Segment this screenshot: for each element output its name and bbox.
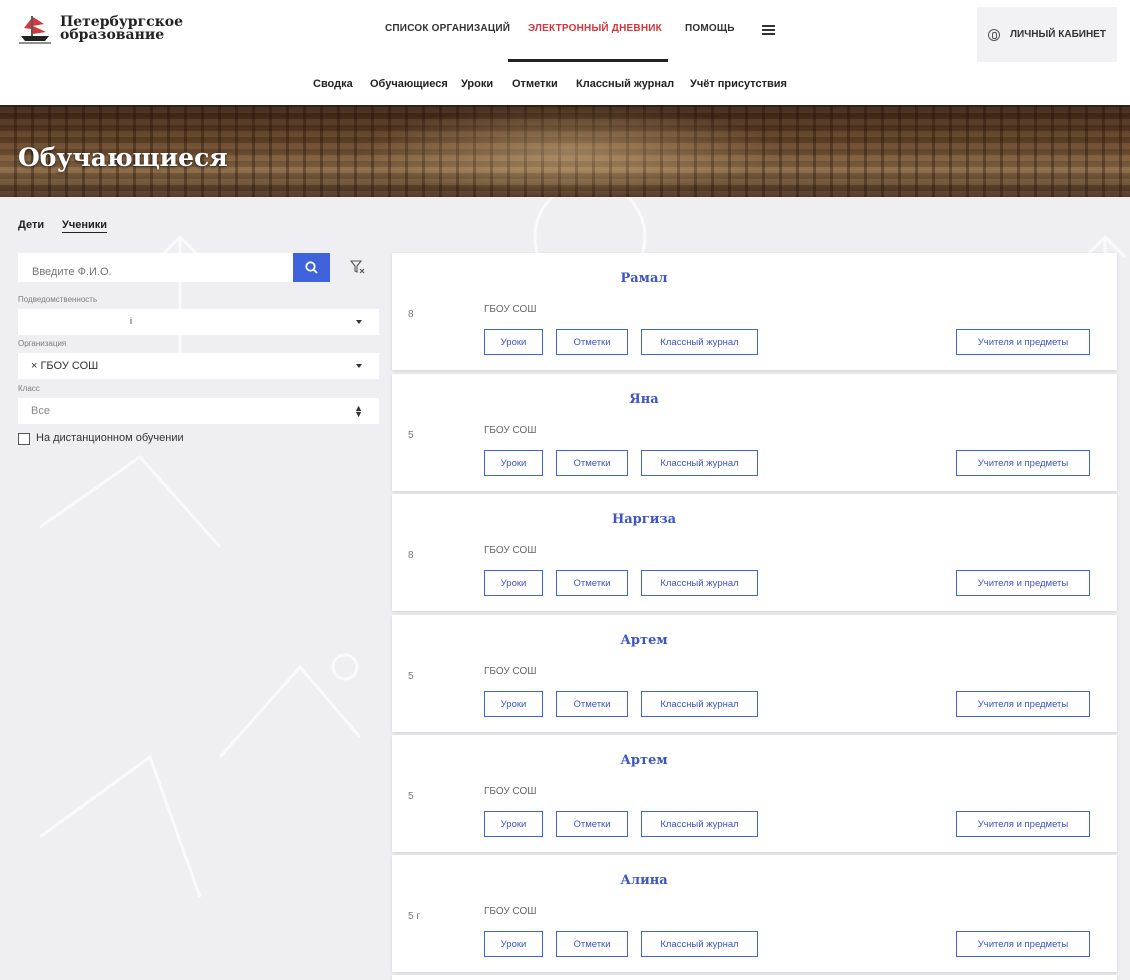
filter-reset-icon[interactable]	[350, 259, 366, 275]
search-button[interactable]	[293, 253, 330, 282]
class-label: Класс	[18, 384, 40, 393]
chevron-down-icon	[356, 320, 362, 324]
personal-cabinet-button[interactable]: Личный кабинет	[977, 7, 1117, 62]
student-card: Артем 5 ГБОУ СОШ Уроки Отметки Классный …	[392, 615, 1117, 732]
chevron-down-icon	[356, 364, 362, 368]
lessons-button[interactable]: Уроки	[484, 570, 543, 596]
subnav-class-journal[interactable]: Классный журнал	[576, 78, 674, 90]
teachers-subjects-button[interactable]: Учителя и предметы	[956, 691, 1090, 717]
subordination-select[interactable]: i	[18, 309, 379, 335]
logo[interactable]: Петербургское образование	[18, 14, 183, 44]
class-journal-button[interactable]: Классный журнал	[641, 931, 758, 957]
distance-learning-label: На дистанционном обучении	[36, 432, 184, 444]
logo-line-2: образование	[60, 27, 165, 43]
student-card: Алина 5 г ГБОУ СОШ Уроки Отметки Классны…	[392, 855, 1117, 972]
student-card: Наргиза 8 ГБОУ СОШ Уроки Отметки Классны…	[392, 494, 1117, 611]
student-name-link[interactable]: Наргиза	[544, 512, 744, 527]
sort-updown-icon: ▲ ▼	[354, 403, 363, 419]
search-input[interactable]	[18, 253, 294, 282]
student-name-link[interactable]: Яна	[544, 392, 744, 407]
subnav-lessons[interactable]: Уроки	[461, 78, 493, 90]
student-org: ГБОУ СОШ	[484, 906, 537, 917]
student-name-link[interactable]: Артем	[544, 633, 744, 648]
class-journal-button[interactable]: Классный журнал	[641, 811, 758, 837]
student-org: ГБОУ СОШ	[484, 425, 537, 436]
student-class: 5	[408, 430, 414, 441]
tab-pupils[interactable]: Ученики	[62, 219, 108, 233]
marks-button[interactable]: Отметки	[556, 691, 628, 717]
class-journal-button[interactable]: Классный журнал	[641, 691, 758, 717]
nav-help[interactable]: Помощь	[685, 23, 735, 34]
student-card: Артем 5 ГБОУ СОШ Уроки Отметки Классный …	[392, 735, 1117, 852]
marks-button[interactable]: Отметки	[556, 811, 628, 837]
distance-learning-checkbox[interactable]	[18, 433, 30, 445]
class-journal-button[interactable]: Классный журнал	[641, 570, 758, 596]
lessons-button[interactable]: Уроки	[484, 811, 543, 837]
ship-logo-icon	[19, 16, 51, 44]
organization-label: Организация	[18, 339, 67, 348]
header: Петербургское образование Список организ…	[0, 0, 1130, 105]
lessons-button[interactable]: Уроки	[484, 691, 543, 717]
lessons-button[interactable]: Уроки	[484, 450, 543, 476]
student-card-partial	[392, 975, 1117, 980]
marks-button[interactable]: Отметки	[556, 329, 628, 355]
organization-value: × ГБОУ СОШ	[31, 360, 99, 372]
logo-text: Петербургское образование	[60, 15, 183, 43]
student-class: 5 г	[408, 911, 420, 922]
teachers-subjects-button[interactable]: Учителя и предметы	[956, 931, 1090, 957]
teachers-subjects-button[interactable]: Учителя и предметы	[956, 450, 1090, 476]
marks-button[interactable]: Отметки	[556, 931, 628, 957]
subnav-attendance[interactable]: Учёт присутствия	[690, 78, 787, 90]
student-org: ГБОУ СОШ	[484, 545, 537, 556]
search-icon	[305, 261, 318, 274]
lessons-button[interactable]: Уроки	[484, 329, 543, 355]
student-org: ГБОУ СОШ	[484, 304, 537, 315]
student-card: Яна 5 ГБОУ СОШ Уроки Отметки Классный жу…	[392, 374, 1117, 491]
student-class: 8	[408, 550, 414, 561]
page-banner: Обучающиеся	[0, 105, 1130, 197]
class-journal-button[interactable]: Классный журнал	[641, 329, 758, 355]
menu-icon[interactable]	[762, 25, 775, 35]
subnav-summary[interactable]: Сводка	[313, 78, 353, 90]
class-journal-button[interactable]: Классный журнал	[641, 450, 758, 476]
subordination-label: Подведомственность	[18, 295, 98, 304]
subnav-students[interactable]: Обучающиеся	[370, 78, 448, 90]
class-select[interactable]: Все ▲ ▼	[18, 398, 379, 424]
class-value: Все	[31, 405, 50, 417]
banner-image	[360, 105, 780, 197]
student-class: 8	[408, 309, 414, 320]
organization-select[interactable]: × ГБОУ СОШ	[18, 353, 379, 379]
student-name-link[interactable]: Рамал	[544, 271, 744, 286]
teachers-subjects-button[interactable]: Учителя и предметы	[956, 570, 1090, 596]
teachers-subjects-button[interactable]: Учителя и предметы	[956, 329, 1090, 355]
marks-button[interactable]: Отметки	[556, 450, 628, 476]
page-title: Обучающиеся	[18, 143, 228, 172]
teachers-subjects-button[interactable]: Учителя и предметы	[956, 811, 1090, 837]
tab-children[interactable]: Дети	[18, 219, 44, 231]
nav-e-diary[interactable]: Электронный дневник	[528, 23, 662, 34]
subnav-marks[interactable]: Отметки	[512, 78, 558, 90]
active-nav-indicator	[508, 59, 668, 62]
student-class: 5	[408, 791, 414, 802]
user-icon	[988, 28, 1001, 41]
marks-button[interactable]: Отметки	[556, 570, 628, 596]
student-org: ГБОУ СОШ	[484, 786, 537, 797]
subordination-value: i	[130, 316, 132, 326]
student-name-link[interactable]: Артем	[544, 753, 744, 768]
lessons-button[interactable]: Уроки	[484, 931, 543, 957]
nav-org-list[interactable]: Список организаций	[385, 23, 510, 34]
student-name-link[interactable]: Алина	[544, 873, 744, 888]
student-card: Рамал 8 ГБОУ СОШ Уроки Отметки Классный …	[392, 253, 1117, 370]
student-class: 5	[408, 671, 414, 682]
personal-cabinet-label: Личный кабинет	[1010, 29, 1106, 40]
student-org: ГБОУ СОШ	[484, 666, 537, 677]
